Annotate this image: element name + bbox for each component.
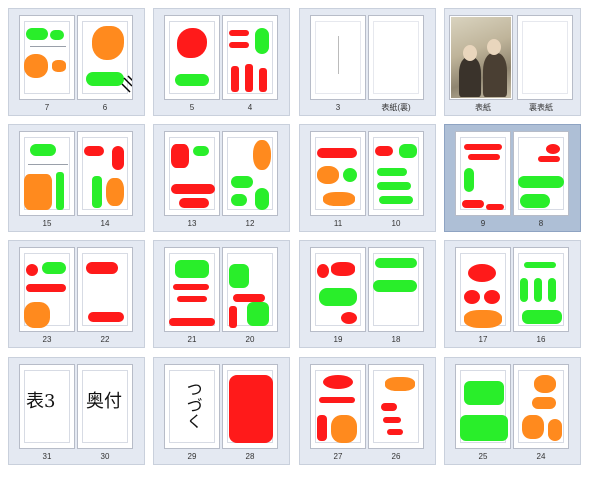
page-27[interactable] xyxy=(310,364,366,449)
page-11[interactable] xyxy=(310,131,366,216)
page-3[interactable] xyxy=(310,15,366,100)
page-22[interactable] xyxy=(77,247,133,332)
page-number-11: 11 xyxy=(333,219,343,228)
svg-text:つづく: つづく xyxy=(184,381,203,429)
page-17[interactable] xyxy=(455,247,511,332)
spread-9-8-selected[interactable]: 9 8 xyxy=(444,124,581,232)
page-number-14: 14 xyxy=(100,219,110,228)
page-number-4: 4 xyxy=(247,103,253,112)
spread-13-12[interactable]: 13 12 xyxy=(153,124,290,232)
spread-15-14[interactable]: 15 14 xyxy=(8,124,145,232)
page-number-18: 18 xyxy=(391,335,401,344)
page-number-back-cover: 裏表紙 xyxy=(529,103,553,112)
page-6[interactable] xyxy=(77,15,133,100)
page-number-10: 10 xyxy=(391,219,401,228)
page-back-cover[interactable] xyxy=(517,15,573,100)
spread-17-16[interactable]: 17 16 xyxy=(444,240,581,348)
page-number-cover-back-inside: 表紙(裏) xyxy=(381,103,411,112)
page-8[interactable] xyxy=(513,131,569,216)
page-24[interactable] xyxy=(513,364,569,449)
page-10[interactable] xyxy=(368,131,424,216)
page-number-24: 24 xyxy=(536,452,546,461)
handwriting-p29: つづく xyxy=(184,381,203,429)
page-14[interactable] xyxy=(77,131,133,216)
page-cover[interactable] xyxy=(449,15,513,100)
svg-text:表3: 表3 xyxy=(26,391,55,412)
page-number-19: 19 xyxy=(333,335,343,344)
page-number-3: 3 xyxy=(335,103,341,112)
page-number-5: 5 xyxy=(189,103,195,112)
spread-27-26[interactable]: 27 26 xyxy=(299,357,436,465)
page-9[interactable] xyxy=(455,131,511,216)
page-21[interactable] xyxy=(164,247,220,332)
spread-21-20[interactable]: 21 20 xyxy=(153,240,290,348)
spread-cover[interactable]: 表紙 裏表紙 xyxy=(444,8,581,116)
page-26[interactable] xyxy=(368,364,424,449)
page-number-23: 23 xyxy=(42,335,52,344)
spread-29-28[interactable]: つづく 29 28 xyxy=(153,357,290,465)
page-number-15: 15 xyxy=(42,219,52,228)
page-28[interactable] xyxy=(222,364,278,449)
spread-25-24[interactable]: 25 24 xyxy=(444,357,581,465)
page-number-29: 29 xyxy=(187,452,197,461)
spread-3-cover-back[interactable]: 3 表紙(裏) xyxy=(299,8,436,116)
page-30[interactable]: 奥付 xyxy=(77,364,133,449)
page-number-25: 25 xyxy=(478,452,488,461)
page-5[interactable] xyxy=(164,15,220,100)
page-number-13: 13 xyxy=(187,219,197,228)
page-number-31: 31 xyxy=(42,452,52,461)
page-number-17: 17 xyxy=(478,335,488,344)
page-31[interactable]: 表3 xyxy=(19,364,75,449)
svg-text:奥付: 奥付 xyxy=(86,391,122,412)
page-19[interactable] xyxy=(310,247,366,332)
page-number-30: 30 xyxy=(100,452,110,461)
page-number-20: 20 xyxy=(245,335,255,344)
spread-5-4[interactable]: 5 4 xyxy=(153,8,290,116)
page-number-27: 27 xyxy=(333,452,343,461)
page-20[interactable] xyxy=(222,247,278,332)
spread-7-6[interactable]: 7 6 xyxy=(8,8,145,116)
page-number-28: 28 xyxy=(245,452,255,461)
page-29[interactable]: つづく xyxy=(164,364,220,449)
page-18[interactable] xyxy=(368,247,424,332)
handwriting-p30: 奥付 xyxy=(86,391,122,412)
page-16[interactable] xyxy=(513,247,569,332)
handwriting-p31: 表3 xyxy=(26,391,55,412)
page-number-21: 21 xyxy=(187,335,197,344)
page-number-16: 16 xyxy=(536,335,546,344)
page-number-12: 12 xyxy=(245,219,255,228)
page-15[interactable] xyxy=(19,131,75,216)
page-13[interactable] xyxy=(164,131,220,216)
page-number-cover: 表紙 xyxy=(475,103,491,112)
page-4[interactable] xyxy=(222,15,278,100)
page-thumbnail-grid: 7 6 5 4 3 表紙(裏) 表紙 裏表紙 15 14 13 12 11 10… xyxy=(0,0,597,478)
page-number-8: 8 xyxy=(538,219,544,228)
page-12[interactable] xyxy=(222,131,278,216)
page-cover-back-inside[interactable] xyxy=(368,15,424,100)
page-number-22: 22 xyxy=(100,335,110,344)
page-number-26: 26 xyxy=(391,452,401,461)
spread-11-10[interactable]: 11 10 xyxy=(299,124,436,232)
page-number-7: 7 xyxy=(44,103,50,112)
spread-23-22[interactable]: 23 22 xyxy=(8,240,145,348)
page-number-6: 6 xyxy=(102,103,108,112)
page-number-9: 9 xyxy=(480,219,486,228)
page-7[interactable] xyxy=(19,15,75,100)
page-23[interactable] xyxy=(19,247,75,332)
spread-31-30[interactable]: 表3 奥付 31 30 xyxy=(8,357,145,465)
spread-19-18[interactable]: 19 18 xyxy=(299,240,436,348)
page-25[interactable] xyxy=(455,364,511,449)
